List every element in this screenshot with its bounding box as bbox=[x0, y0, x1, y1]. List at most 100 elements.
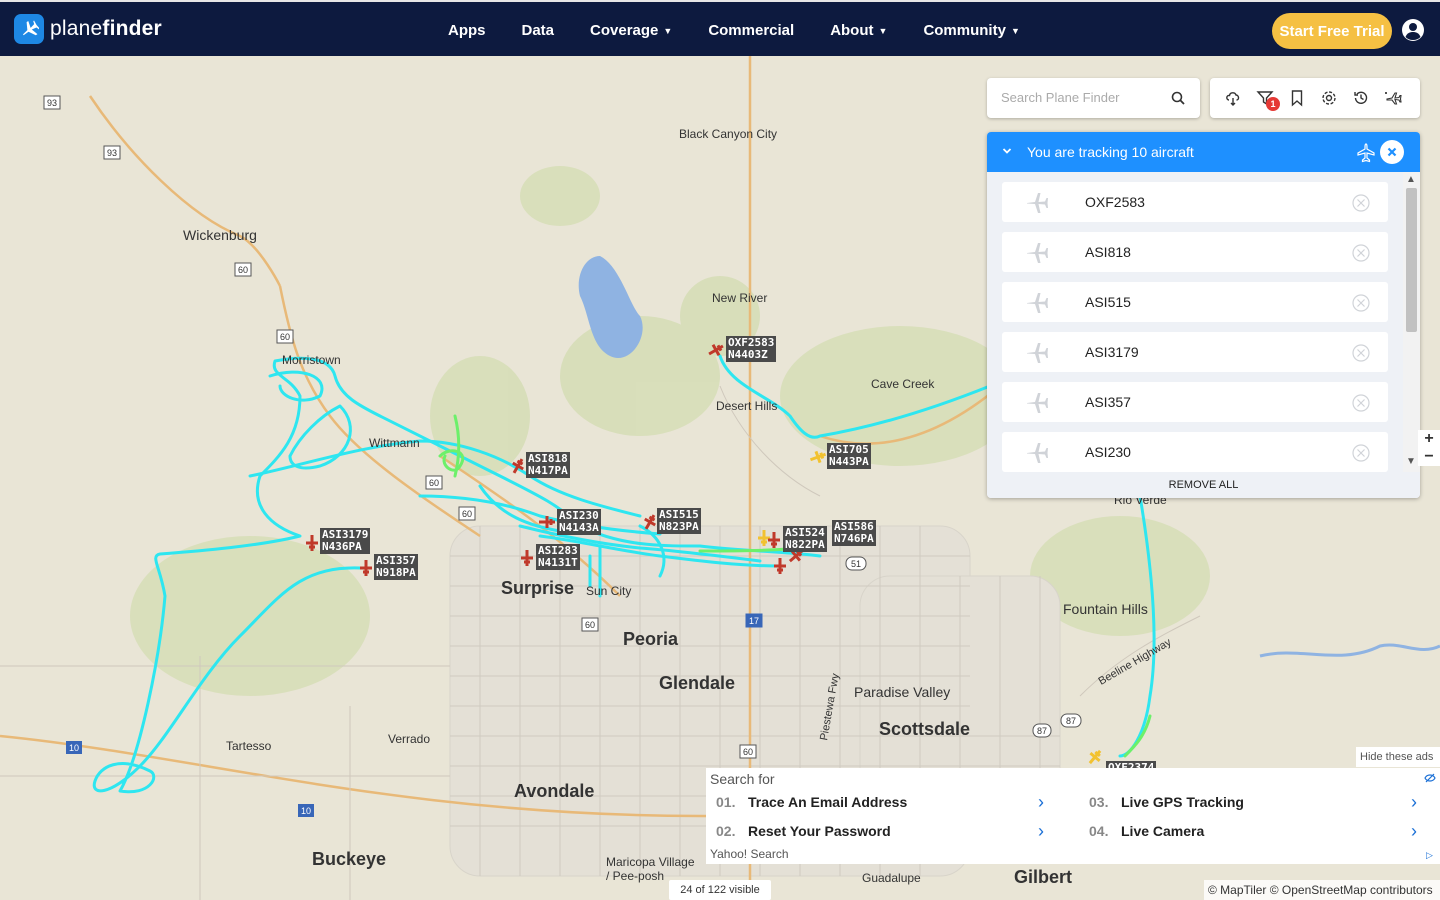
scroll-thumb[interactable] bbox=[1406, 188, 1417, 332]
remove-circle-icon[interactable] bbox=[1352, 344, 1370, 362]
aircraft-label[interactable]: ASI515 N823PA bbox=[657, 508, 701, 534]
tracking-panel-header: You are tracking 10 aircraft bbox=[987, 132, 1420, 172]
ad-link-number: 01. bbox=[716, 794, 736, 810]
ad-link[interactable]: 02. Reset Your Password › bbox=[716, 820, 1056, 842]
history-button[interactable] bbox=[1352, 89, 1370, 107]
user-circle-icon[interactable] bbox=[1401, 18, 1425, 42]
nav-label: Commercial bbox=[708, 21, 795, 39]
place-new-river: New River bbox=[712, 291, 768, 305]
map-attribution[interactable]: © MapTiler © OpenStreetMap contributors bbox=[1204, 880, 1440, 900]
tracked-aircraft-callsign: ASI515 bbox=[1085, 294, 1131, 310]
nav-commercial[interactable]: Commercial bbox=[690, 22, 812, 39]
aircraft-label[interactable]: ASI230 N4143A bbox=[557, 509, 601, 535]
route-shield: 60 bbox=[458, 506, 476, 521]
bookmark-button[interactable] bbox=[1288, 89, 1306, 107]
shield-label: 87 bbox=[1066, 716, 1076, 726]
place-surprise: Surprise bbox=[501, 578, 575, 598]
ad-link[interactable]: 01. Trace An Email Address › bbox=[716, 791, 1056, 813]
remove-circle-icon[interactable] bbox=[1352, 294, 1370, 312]
hide-ads-link[interactable]: Hide these ads bbox=[1356, 747, 1440, 767]
place-morristown: Morristown bbox=[282, 353, 341, 367]
nav-data[interactable]: Data bbox=[504, 22, 573, 39]
nav-label: Coverage bbox=[590, 21, 659, 39]
aircraft-icon bbox=[1088, 749, 1102, 765]
shield-label: 51 bbox=[851, 559, 861, 569]
place-paradise-valley: Paradise Valley bbox=[854, 684, 951, 700]
scroll-up-icon[interactable]: ▲ bbox=[1406, 174, 1416, 185]
zoom-out-button[interactable]: − bbox=[1418, 448, 1440, 466]
tracked-aircraft-callsign: ASI818 bbox=[1085, 244, 1131, 260]
tracked-aircraft-item[interactable]: OXF2583 bbox=[1002, 182, 1388, 222]
remove-circle-icon[interactable] bbox=[1352, 444, 1370, 462]
remove-all-button[interactable]: REMOVE ALL bbox=[987, 472, 1420, 498]
place-verrado: Verrado bbox=[388, 732, 431, 746]
aircraft-label[interactable]: OXF2374 bbox=[1106, 761, 1157, 768]
shield-label: 60 bbox=[429, 478, 439, 488]
visible-aircraft-count: 24 of 122 visible bbox=[669, 880, 771, 900]
ar-button[interactable] bbox=[1384, 89, 1402, 107]
logo-text-bold: finder bbox=[102, 17, 162, 40]
search-icon[interactable] bbox=[1171, 91, 1185, 105]
chevron-down-icon[interactable] bbox=[1001, 145, 1013, 157]
adchoices-icon[interactable] bbox=[1424, 772, 1436, 784]
shield-label: 93 bbox=[47, 98, 57, 108]
nav-label: Data bbox=[521, 21, 555, 39]
nav-label: About bbox=[830, 21, 874, 39]
route-shield: 60 bbox=[581, 617, 599, 632]
ad-link-text: Live GPS Tracking bbox=[1121, 794, 1244, 810]
chevron-right-icon: › bbox=[1411, 820, 1417, 841]
filter-button[interactable]: 1 bbox=[1256, 89, 1280, 111]
route-shield: 60 bbox=[425, 475, 443, 490]
ad-link[interactable]: 04. Live Camera › bbox=[1089, 820, 1429, 842]
aircraft-label[interactable]: ASI586 N746PA bbox=[832, 520, 876, 546]
aircraft-silhouette-icon bbox=[1027, 393, 1048, 413]
scroll-down-icon[interactable]: ▼ bbox=[1406, 456, 1416, 467]
aircraft-label[interactable]: ASI3179 N436PA bbox=[320, 528, 371, 554]
tracked-aircraft-item[interactable]: ASI515 bbox=[1002, 282, 1388, 322]
aircraft-label[interactable]: OXF2583 N4403Z bbox=[726, 336, 777, 362]
route-shield: 93 bbox=[43, 95, 61, 110]
chevron-down-icon: ▼ bbox=[878, 26, 888, 36]
nav-about[interactable]: About ▼ bbox=[812, 22, 905, 39]
ad-info-icon[interactable]: ▷ bbox=[1426, 850, 1433, 861]
remove-circle-icon[interactable] bbox=[1352, 244, 1370, 262]
weather-button[interactable] bbox=[1224, 89, 1242, 107]
flight-map[interactable]: 93 93 60 60 60 60 60 60 51 17 87 87 10 1… bbox=[0, 56, 1440, 900]
nav-coverage[interactable]: Coverage ▼ bbox=[572, 22, 690, 39]
ad-link[interactable]: 03. Live GPS Tracking › bbox=[1089, 791, 1429, 813]
aircraft-silhouette-icon bbox=[1027, 443, 1048, 463]
main-nav: Apps Data Coverage ▼ Commercial About ▼ Co… bbox=[430, 2, 1038, 58]
remove-circle-icon[interactable] bbox=[1352, 194, 1370, 212]
nav-apps[interactable]: Apps bbox=[430, 22, 504, 39]
place-avondale: Avondale bbox=[514, 781, 595, 801]
tracked-aircraft-item[interactable]: ASI3179 bbox=[1002, 332, 1388, 372]
aircraft-silhouette-icon bbox=[1027, 293, 1048, 313]
ad-link-text: Trace An Email Address bbox=[748, 794, 908, 810]
remove-circle-icon[interactable] bbox=[1352, 394, 1370, 412]
chevron-right-icon: › bbox=[1038, 791, 1044, 812]
aircraft-label[interactable]: ASI705 N443PA bbox=[827, 443, 871, 469]
start-free-trial-button[interactable]: Start Free Trial bbox=[1272, 13, 1392, 49]
shield-label: 60 bbox=[743, 747, 753, 757]
tracked-aircraft-item[interactable]: ASI357 bbox=[1002, 382, 1388, 422]
aircraft-label[interactable]: ASI283 N4131T bbox=[536, 544, 580, 570]
tracked-aircraft-item[interactable]: ASI230 bbox=[1002, 432, 1388, 472]
tracking-list-scrollbar[interactable]: ▲ ▼ bbox=[1403, 172, 1420, 472]
zoom-in-button[interactable]: + bbox=[1418, 430, 1440, 448]
aircraft-label[interactable]: ASI818 N417PA bbox=[526, 452, 570, 478]
close-tracking-button[interactable] bbox=[1380, 140, 1404, 164]
place-desert-hills: Desert Hills bbox=[716, 399, 778, 413]
close-icon bbox=[1387, 147, 1397, 157]
nav-community[interactable]: Community ▼ bbox=[905, 22, 1037, 39]
settings-button[interactable] bbox=[1320, 89, 1338, 107]
planefinder-logo[interactable]: planefinder bbox=[14, 14, 162, 44]
settings-icon bbox=[1322, 91, 1336, 105]
search-input[interactable] bbox=[1001, 90, 1161, 105]
tracked-aircraft-item[interactable]: ASI818 bbox=[1002, 232, 1388, 272]
route-shield: 10 bbox=[66, 741, 82, 754]
route-shield: 51 bbox=[845, 556, 867, 571]
aircraft-icon bbox=[360, 560, 372, 576]
aircraft-label[interactable]: ASI357 N918PA bbox=[374, 554, 418, 580]
aircraft-label[interactable]: ASI524 N822PA bbox=[783, 526, 827, 552]
ad-link-number: 03. bbox=[1089, 794, 1109, 810]
